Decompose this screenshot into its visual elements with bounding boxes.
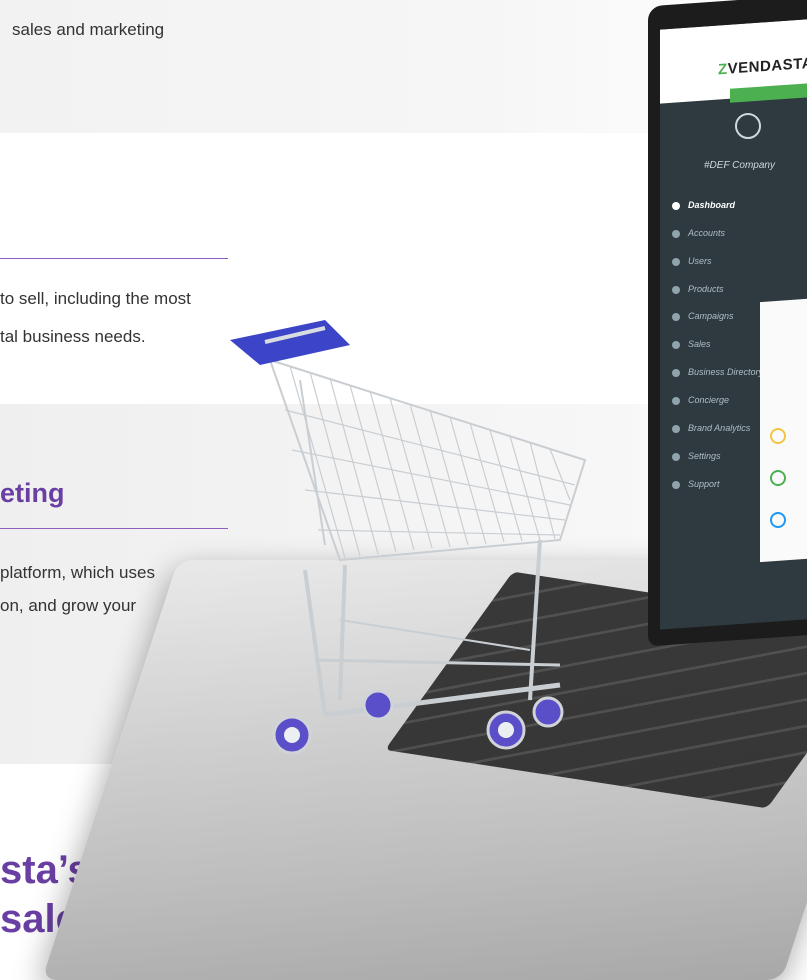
user-icon bbox=[672, 257, 680, 266]
status-icon bbox=[770, 428, 786, 444]
marketing-text-line2: on, and grow your bbox=[0, 596, 137, 615]
globe-icon bbox=[735, 113, 761, 139]
nav-item-sales[interactable]: Sales bbox=[672, 339, 711, 349]
shopping-cart-icon bbox=[230, 320, 587, 755]
nav-item-products[interactable]: Products bbox=[672, 284, 724, 294]
globe-icon bbox=[672, 229, 680, 238]
dashboard-icon bbox=[672, 201, 680, 210]
support-icon bbox=[672, 480, 680, 489]
status-icon bbox=[770, 470, 786, 486]
logo-mark-icon: Z bbox=[718, 60, 728, 79]
status-icon bbox=[770, 512, 786, 528]
sales-icon bbox=[672, 340, 680, 349]
divider bbox=[0, 258, 228, 259]
products-text-line1: to sell, including the most bbox=[0, 289, 191, 308]
nav-item-settings[interactable]: Settings bbox=[672, 451, 721, 461]
marketing-text-line1: platform, which uses bbox=[0, 563, 155, 582]
products-text-line2: tal business needs. bbox=[0, 327, 146, 346]
grid-icon bbox=[672, 285, 680, 294]
marketing-heading: eting bbox=[0, 478, 65, 508]
nav-item-accounts[interactable]: Accounts bbox=[672, 228, 725, 238]
pin-icon bbox=[672, 368, 680, 377]
company-name: #DEF Company bbox=[704, 160, 775, 171]
nav-item-users[interactable]: Users bbox=[672, 256, 712, 266]
nav-item-concierge[interactable]: Concierge bbox=[672, 395, 729, 405]
nav-item-brand-analytics[interactable]: Brand Analytics bbox=[672, 423, 750, 433]
nav-item-business-directory[interactable]: Business Directory bbox=[672, 367, 763, 377]
gear-icon bbox=[672, 452, 680, 461]
concierge-icon bbox=[672, 396, 680, 405]
megaphone-icon bbox=[672, 312, 680, 321]
analytics-icon bbox=[672, 424, 680, 433]
nav-item-support[interactable]: Support bbox=[672, 479, 720, 489]
nav-item-campaigns[interactable]: Campaigns bbox=[672, 311, 734, 321]
divider bbox=[0, 528, 228, 529]
nav-item-dashboard[interactable]: Dashboard bbox=[672, 200, 735, 210]
intro-text: sales and marketing bbox=[12, 20, 165, 39]
